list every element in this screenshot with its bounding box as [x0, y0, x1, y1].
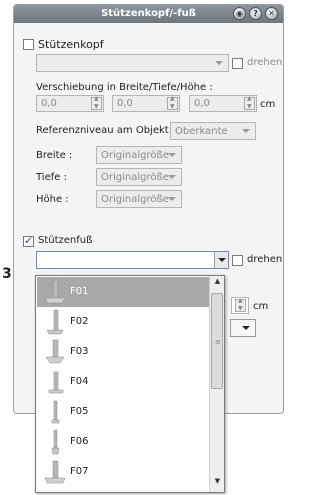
list-item-f06[interactable]: F06	[37, 427, 209, 457]
stuetzenkopf-label: Stützenkopf	[38, 38, 104, 51]
list-item-label: F01	[70, 286, 89, 297]
tiefe-select[interactable]: Originalgröße	[96, 168, 182, 186]
offset-breite-value: 0,0	[41, 98, 57, 109]
fuss-dropdown-list[interactable]: F01 F02 F03 F04 F05 F06 F07 ▲ ≡ ▼	[35, 275, 225, 493]
column-foot-f03-icon	[45, 339, 65, 364]
kopf-unit-label: cm	[260, 99, 276, 110]
hoehe-label: Höhe :	[36, 194, 69, 205]
list-item-label: F02	[70, 316, 89, 327]
list-item-f04[interactable]: F04	[37, 367, 209, 397]
fuss-drehen-label: drehen	[247, 254, 283, 265]
breite-label: Breite :	[36, 150, 73, 161]
referenz-value: Oberkante	[175, 126, 228, 137]
chevron-down-icon	[242, 326, 250, 330]
kopf-type-select[interactable]	[36, 54, 229, 72]
offset-tiefe-value: 0,0	[117, 98, 133, 109]
referenz-label: Referenzniveau am Objekt:	[36, 125, 173, 136]
column-foot-f07-icon	[44, 460, 66, 484]
scroll-up-icon[interactable]: ▲	[210, 277, 224, 291]
list-item-f07[interactable]: F07	[37, 457, 209, 487]
column-foot-f06-icon	[51, 429, 60, 455]
list-item-label: F06	[70, 436, 89, 447]
column-foot-f02-icon	[46, 309, 64, 335]
list-item-f03[interactable]: F03	[37, 337, 209, 367]
offset-tiefe-field[interactable]: 0,0	[112, 95, 180, 112]
tiefe-label: Tiefe :	[36, 172, 67, 183]
list-item-label: F07	[70, 466, 89, 477]
fuss-type-select[interactable]	[36, 251, 229, 269]
offset-tiefe-stepper[interactable]	[167, 95, 178, 110]
tiefe-value: Originalgröße	[101, 172, 169, 183]
offset-breite-stepper[interactable]	[91, 95, 102, 110]
scroll-down-icon[interactable]: ▼	[210, 477, 224, 491]
breite-select[interactable]: Originalgröße	[96, 146, 182, 164]
offset-hoehe-value: 0,0	[194, 98, 210, 109]
scroll-thumb[interactable]: ≡	[211, 293, 223, 389]
fuss-drehen-checkbox[interactable]	[232, 255, 243, 266]
dropdown-scrollbar[interactable]: ▲ ≡ ▼	[209, 276, 224, 492]
chevron-down-icon	[168, 153, 176, 157]
list-item-label: F03	[70, 346, 89, 357]
pin-icon[interactable]: ◉	[233, 7, 246, 20]
chevron-down-icon	[168, 175, 176, 179]
grip-icon: ≡	[215, 338, 221, 346]
list-item-f01[interactable]: F01	[37, 277, 209, 307]
list-item-f02[interactable]: F02	[37, 307, 209, 337]
stuetzenkopf-checkbox[interactable]	[23, 39, 34, 50]
list-item-f05[interactable]: F05	[37, 397, 209, 427]
help-icon[interactable]: ?	[249, 7, 262, 20]
kopf-drehen-checkbox[interactable]	[232, 58, 243, 69]
hoehe-select[interactable]: Originalgröße	[96, 190, 182, 208]
side-marker: 3	[2, 266, 12, 282]
close-icon[interactable]: ✕	[265, 7, 278, 20]
kopf-drehen-label: drehen	[247, 57, 283, 68]
chevron-down-icon	[215, 61, 223, 65]
hoehe-value: Originalgröße	[101, 194, 169, 205]
fuss-referenz-select-stub[interactable]	[230, 319, 256, 337]
fuss-dropdown-button[interactable]	[214, 252, 228, 268]
offset-hoehe-stepper[interactable]	[244, 95, 255, 110]
column-foot-f05-icon	[51, 400, 60, 424]
list-item-label: F04	[70, 376, 89, 387]
fuss-offset-stepper-buttons[interactable]	[235, 297, 246, 312]
chevron-down-icon	[242, 129, 250, 133]
list-item-label: F05	[70, 406, 89, 417]
stuetzenfuss-checkbox[interactable]	[23, 234, 34, 247]
column-foot-f04-icon	[48, 371, 64, 394]
column-foot-f01-icon	[44, 279, 66, 304]
verschiebung-label: Verschiebung in Breite/Tiefe/Höhe :	[36, 82, 213, 93]
fuss-offset-stepper[interactable]	[231, 297, 249, 314]
offset-breite-field[interactable]: 0,0	[36, 95, 104, 112]
title-bar[interactable]: Stützenkopf/-fuß ◉ ? ✕	[14, 5, 283, 23]
offset-hoehe-field[interactable]: 0,0	[189, 95, 257, 112]
referenz-select[interactable]: Oberkante	[170, 122, 256, 140]
fuss-unit-label: cm	[253, 301, 269, 312]
chevron-down-icon	[168, 197, 176, 201]
stuetzenfuss-label: Stützenfuß	[38, 235, 93, 246]
breite-value: Originalgröße	[101, 150, 169, 161]
